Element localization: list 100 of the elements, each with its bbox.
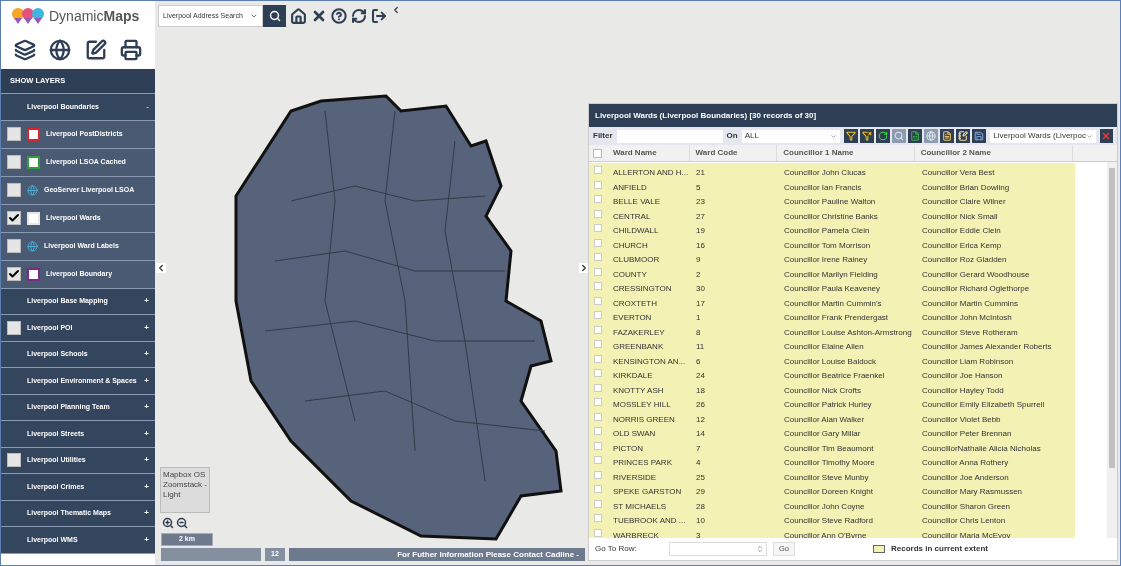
row-checkbox[interactable] bbox=[594, 224, 602, 233]
table-cell: Councillor Claire Wilner bbox=[922, 197, 1006, 207]
zoom-in-icon[interactable] bbox=[162, 517, 174, 529]
edit-icon[interactable] bbox=[84, 39, 107, 61]
globe-icon[interactable] bbox=[49, 39, 72, 61]
row-checkbox[interactable] bbox=[594, 296, 602, 305]
help-icon[interactable] bbox=[331, 8, 347, 24]
row-checkbox[interactable] bbox=[594, 267, 602, 276]
home-icon[interactable] bbox=[290, 7, 307, 25]
table-row[interactable]: ALLERTON AND H... 21 Councillor John Clucas Councillor Vera Best bbox=[589, 163, 1075, 178]
collapse-toggle[interactable]: - bbox=[146, 100, 149, 113]
field-dropdown[interactable]: ALL bbox=[741, 129, 841, 143]
column-header[interactable]: Councillor 1 Name bbox=[777, 145, 915, 161]
checkbox[interactable] bbox=[7, 183, 21, 197]
row-checkbox[interactable] bbox=[594, 441, 602, 450]
row-checkbox[interactable] bbox=[594, 325, 602, 334]
row-checkbox[interactable] bbox=[594, 383, 602, 392]
row-checkbox[interactable] bbox=[594, 369, 602, 378]
checkbox[interactable] bbox=[7, 127, 21, 141]
expand-toggle[interactable]: + bbox=[144, 321, 149, 334]
row-checkbox[interactable] bbox=[594, 398, 602, 407]
row-checkbox[interactable] bbox=[594, 470, 602, 479]
row-checkbox[interactable] bbox=[594, 456, 602, 465]
table-row[interactable]: MOSSLEY HILL 26 Councillor Patrick Hurley Councillor Emily Elizabeth Spurrell bbox=[589, 395, 1075, 410]
checkbox[interactable] bbox=[7, 211, 21, 225]
checkbox[interactable] bbox=[7, 267, 21, 281]
row-checkbox[interactable] bbox=[594, 427, 602, 436]
table-row[interactable]: PRINCES PARK 4 Councillor Timothy Moore Councillor Anna Rothery bbox=[589, 453, 1075, 468]
row-checkbox[interactable] bbox=[594, 514, 602, 523]
expand-toggle[interactable]: + bbox=[144, 348, 149, 361]
row-checkbox[interactable] bbox=[594, 180, 602, 189]
refresh-tool-button[interactable] bbox=[876, 129, 891, 143]
refresh-icon[interactable] bbox=[351, 8, 367, 24]
expand-toggle[interactable]: + bbox=[144, 374, 149, 387]
sign-out-icon[interactable] bbox=[371, 8, 387, 24]
expand-toggle[interactable]: + bbox=[144, 427, 149, 440]
logo-pins-icon bbox=[11, 7, 45, 25]
table-row[interactable]: SPEKE GARSTON 29 Councillor Doreen Knight Councillor Mary Rasmussen bbox=[589, 482, 1075, 497]
close-button[interactable] bbox=[1099, 129, 1113, 143]
column-header[interactable]: Councillor 2 Name bbox=[914, 145, 1073, 161]
table-row[interactable]: TUEBROOK AND ... 10 Councillor Steve Radford Councillor Chris Lenton bbox=[589, 511, 1075, 526]
expand-toggle[interactable]: + bbox=[144, 295, 149, 308]
row-checkbox[interactable] bbox=[594, 166, 602, 175]
notes-tool-button[interactable] bbox=[956, 129, 971, 143]
column-header[interactable]: Ward Code bbox=[689, 145, 778, 161]
table-cell: 19 bbox=[696, 226, 705, 236]
checkbox[interactable] bbox=[7, 155, 21, 169]
table-cell: ANFIELD bbox=[613, 182, 647, 192]
table-row[interactable]: EVERTON 1 Councillor Frank Prendergast Councillor John McIntosh bbox=[589, 308, 1075, 323]
row-checkbox[interactable] bbox=[594, 209, 602, 218]
column-header[interactable]: Ward Name bbox=[606, 145, 690, 161]
expand-toggle[interactable]: + bbox=[144, 533, 149, 546]
row-checkbox[interactable] bbox=[594, 412, 602, 421]
table-row[interactable]: KIRKDALE 24 Councillor Beatrice Fraenkel Councillor Joe Hanson bbox=[589, 366, 1075, 381]
search-button[interactable] bbox=[263, 5, 286, 27]
layers-icon[interactable] bbox=[13, 39, 36, 61]
close-icon[interactable] bbox=[311, 8, 327, 24]
table-row[interactable]: GREENBANK 11 Councillor Elaine Allen Councillor James Alexander Roberts bbox=[589, 337, 1075, 352]
checkbox[interactable] bbox=[7, 453, 21, 468]
row-checkbox[interactable] bbox=[594, 485, 602, 494]
table-row[interactable]: OLD SWAN 14 Councillor Gary Millar Councillor Peter Brennan bbox=[589, 424, 1075, 439]
document-tool-button[interactable] bbox=[940, 129, 955, 143]
select-all-checkbox[interactable] bbox=[593, 148, 603, 158]
table-row[interactable]: CHILDWALL 19 Councillor Pamela Clein Councillor Eddie Clein bbox=[589, 221, 1075, 236]
save-tool-button[interactable] bbox=[972, 129, 987, 143]
filter-field[interactable] bbox=[616, 129, 723, 143]
filter-tool-button[interactable] bbox=[844, 129, 859, 143]
layer-dropdown[interactable]: Liverpool Wards (Liverpoc bbox=[990, 129, 1096, 143]
table-row[interactable]: CRESSINGTON 30 Councillor Paula Keaveney Councillor Richard Oglethorpe bbox=[589, 279, 1075, 294]
table-cell: Councillor Frank Prendergast bbox=[784, 313, 889, 323]
printer-icon[interactable] bbox=[120, 39, 143, 61]
zoom-out-icon[interactable] bbox=[176, 517, 188, 529]
spinner-icon[interactable] bbox=[756, 545, 764, 553]
collapse-sidebar-icon[interactable] bbox=[156, 263, 166, 273]
row-checkbox[interactable] bbox=[594, 195, 602, 204]
row-checkbox[interactable] bbox=[594, 238, 602, 247]
expand-toggle[interactable]: + bbox=[144, 507, 149, 520]
collapse-icon[interactable] bbox=[391, 5, 401, 15]
table-cell: Councillor Anna Rothery bbox=[922, 458, 1009, 468]
table-row[interactable]: CLUBMOOR 9 Councillor Irene Rainey Councillor Roz Gladden bbox=[589, 250, 1075, 265]
expand-toggle[interactable]: + bbox=[144, 480, 149, 493]
row-checkbox[interactable] bbox=[594, 499, 602, 508]
expand-toggle[interactable]: + bbox=[144, 401, 149, 414]
checkbox[interactable] bbox=[7, 239, 21, 253]
clear-filter-tool-button[interactable] bbox=[860, 129, 875, 143]
table-cell: CHILDWALL bbox=[613, 226, 659, 236]
scrollbar[interactable] bbox=[1107, 162, 1117, 538]
row-checkbox[interactable] bbox=[594, 282, 602, 291]
row-number-field[interactable] bbox=[669, 542, 767, 556]
collapse-panel-icon[interactable] bbox=[579, 263, 589, 273]
expand-toggle[interactable]: + bbox=[144, 454, 149, 467]
row-checkbox[interactable] bbox=[594, 528, 602, 537]
row-checkbox[interactable] bbox=[594, 340, 602, 349]
table-row[interactable]: BELLE VALE 23 Councillor Pauline Walton Councillor Claire Wilner bbox=[589, 192, 1075, 207]
row-checkbox[interactable] bbox=[594, 253, 602, 262]
row-checkbox[interactable] bbox=[594, 311, 602, 320]
checkbox[interactable] bbox=[7, 320, 21, 335]
basemap-thumbnail[interactable]: Mapbox OS Zoomstack - Light bbox=[160, 467, 210, 513]
row-checkbox[interactable] bbox=[594, 354, 602, 363]
spreadsheet-tool-button[interactable] bbox=[908, 129, 923, 143]
